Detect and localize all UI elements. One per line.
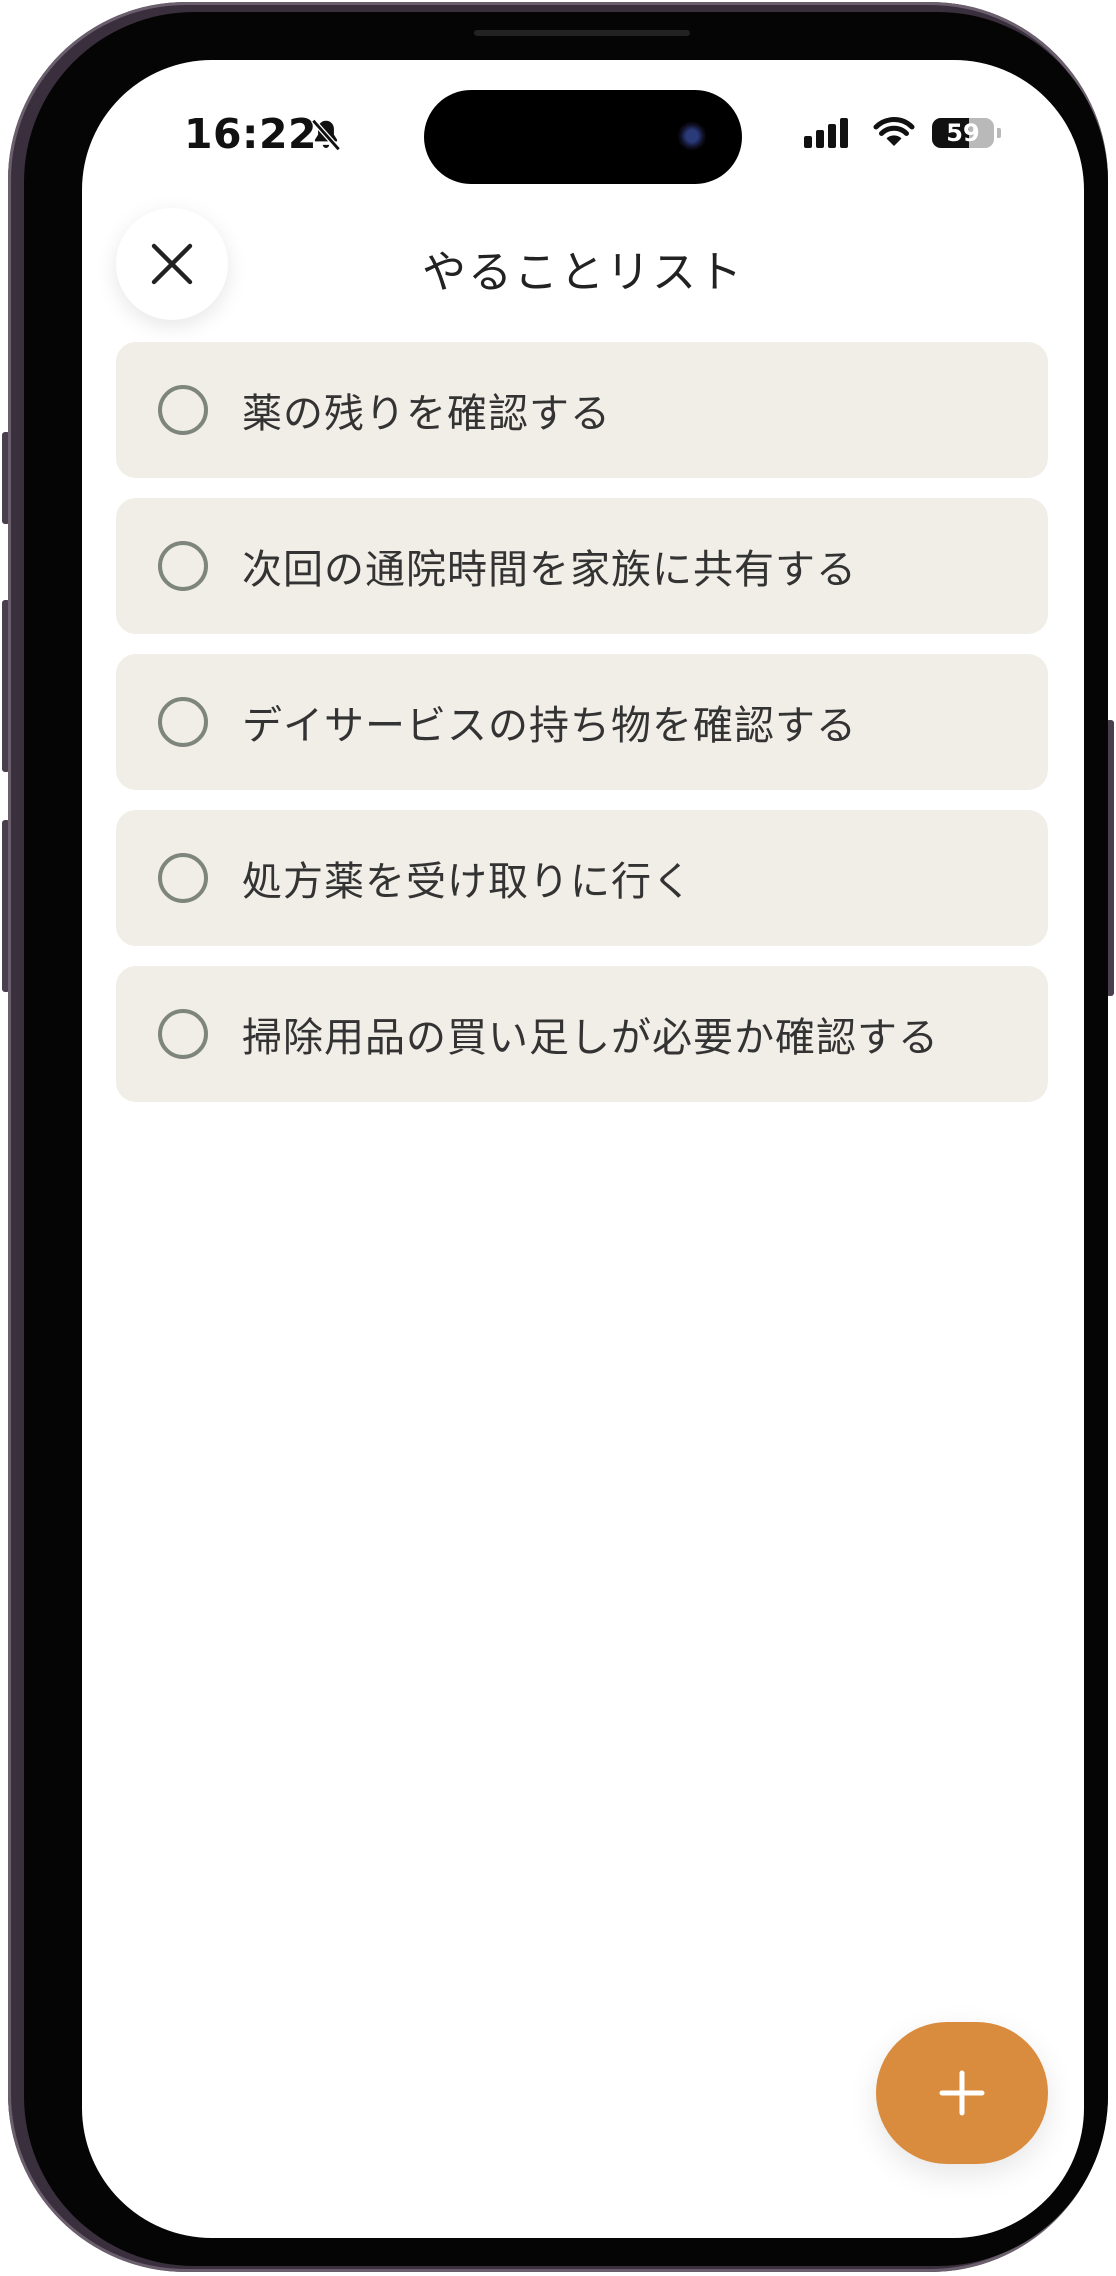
bell-slash-icon xyxy=(311,118,341,152)
device-screenshot: 16:22 59 やることリスト 薬の残りを確認する 次回の通院時間を家族に共有… xyxy=(0,0,1116,2276)
front-camera xyxy=(678,122,706,150)
battery-level: 59 xyxy=(946,119,980,147)
page-title: やることリスト xyxy=(422,247,744,298)
battery-body: 59 xyxy=(932,118,994,148)
task-label: 薬の残りを確認する xyxy=(242,391,611,437)
task-item[interactable]: 次回の通院時間を家族に共有する xyxy=(116,498,1048,634)
add-task-button[interactable] xyxy=(876,2022,1048,2164)
dynamic-island xyxy=(424,90,742,184)
phone-bezel: 16:22 59 やることリスト 薬の残りを確認する 次回の通院時間を家族に共有… xyxy=(24,12,1108,2266)
status-time: 16:22 xyxy=(184,110,318,158)
task-checkbox[interactable] xyxy=(158,697,208,747)
task-item[interactable]: 掃除用品の買い足しが必要か確認する xyxy=(116,966,1048,1102)
wifi-icon xyxy=(873,117,915,146)
task-checkbox[interactable] xyxy=(158,853,208,903)
task-item[interactable]: 処方薬を受け取りに行く xyxy=(116,810,1048,946)
task-item[interactable]: デイサービスの持ち物を確認する xyxy=(116,654,1048,790)
cellular-signal-icon xyxy=(804,118,848,148)
app-screen: 16:22 59 やることリスト 薬の残りを確認する 次回の通院時間を家族に共有… xyxy=(82,60,1084,2238)
phone-frame: 16:22 59 やることリスト 薬の残りを確認する 次回の通院時間を家族に共有… xyxy=(8,2,1108,2272)
task-label: 処方薬を受け取りに行く xyxy=(242,859,693,905)
task-checkbox[interactable] xyxy=(158,541,208,591)
task-list: 薬の残りを確認する 次回の通院時間を家族に共有する デイサービスの持ち物を確認す… xyxy=(116,342,1048,1122)
close-button[interactable] xyxy=(116,208,228,320)
battery-tip xyxy=(997,128,1001,138)
battery-indicator: 59 xyxy=(932,116,1002,150)
task-checkbox[interactable] xyxy=(158,385,208,435)
plus-icon xyxy=(939,2070,985,2116)
task-label: 掃除用品の買い足しが必要か確認する xyxy=(242,1015,939,1061)
earpiece-speaker xyxy=(474,30,690,36)
close-icon xyxy=(151,243,193,285)
task-label: デイサービスの持ち物を確認する xyxy=(242,703,857,749)
task-label: 次回の通院時間を家族に共有する xyxy=(242,547,857,593)
task-item[interactable]: 薬の残りを確認する xyxy=(116,342,1048,478)
task-checkbox[interactable] xyxy=(158,1009,208,1059)
